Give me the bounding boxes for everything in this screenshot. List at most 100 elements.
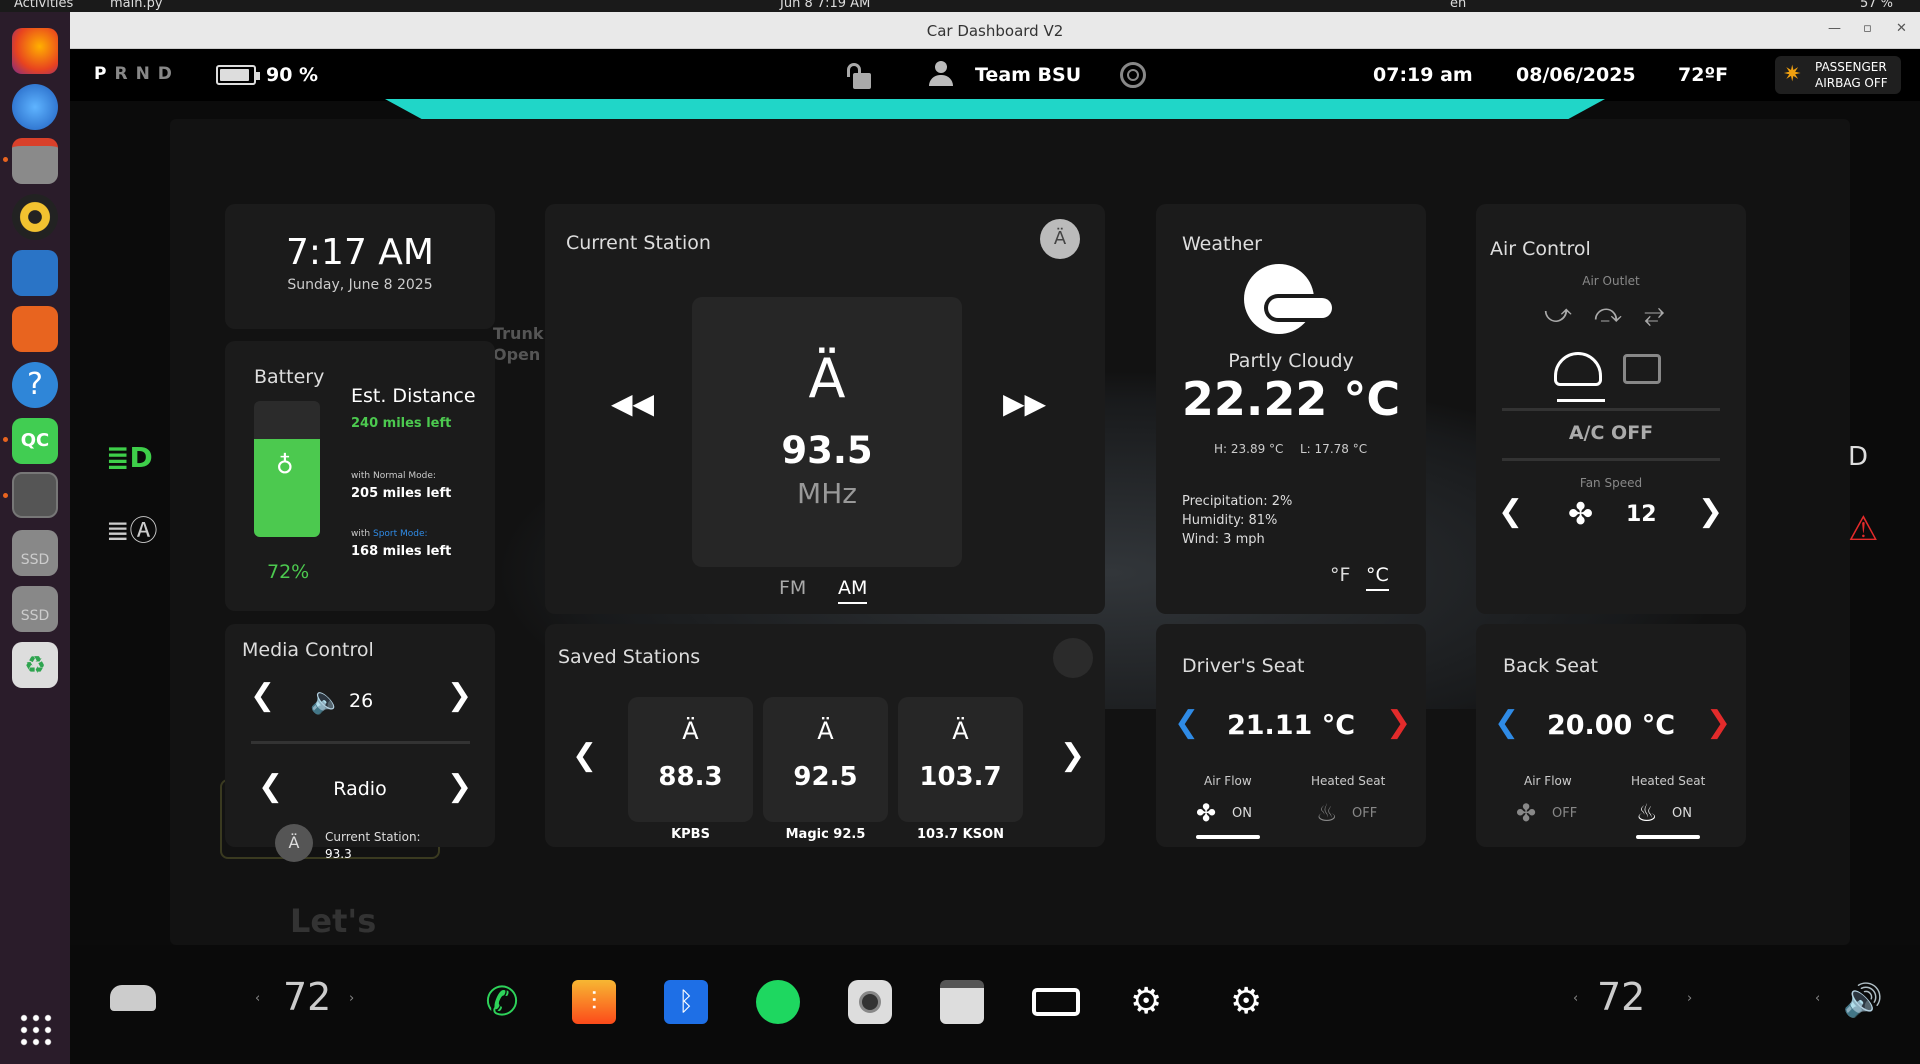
leaf-icon: ♁ [276, 451, 294, 479]
qt-creator-icon[interactable]: QC [12, 418, 58, 464]
volume-up-icon[interactable]: ❯ [447, 681, 472, 711]
saved-prev-icon[interactable]: ❮ [572, 741, 597, 771]
window-title: Car Dashboard V2 [926, 22, 1064, 40]
maximize-button[interactable]: ▫ [1863, 21, 1872, 36]
car-settings-icon[interactable]: ⚙ [1130, 980, 1174, 1024]
vehicle-settings-icon[interactable]: ⚙ [1230, 980, 1274, 1024]
unit-c-toggle[interactable]: °C [1366, 564, 1389, 591]
writer-icon[interactable] [12, 250, 58, 296]
saved-stations-options-icon[interactable] [1053, 638, 1093, 678]
camera-icon[interactable] [848, 980, 892, 1024]
left-temp-up-icon[interactable]: › [349, 991, 354, 1006]
volume-down-icon[interactable]: ❮ [250, 681, 275, 711]
volume-icon[interactable]: 🔊 [1843, 981, 1883, 1019]
app-center-icon[interactable] [12, 306, 58, 352]
phone-icon[interactable]: ✆ [480, 980, 524, 1024]
minimize-button[interactable]: — [1828, 21, 1841, 36]
right-temp-down-icon[interactable]: ‹ [1573, 991, 1578, 1006]
firefox-icon[interactable] [12, 28, 58, 74]
fan-icon: ✤ [1516, 799, 1537, 827]
gear-d[interactable]: D [158, 64, 180, 84]
ssd-drive-2-icon[interactable]: SSD [12, 586, 58, 632]
ac-status[interactable]: A/C OFF [1476, 422, 1746, 444]
driver-airflow-toggle[interactable]: ✤ ON [1196, 799, 1266, 839]
fan-speed-down-icon[interactable]: ❮ [1498, 497, 1523, 527]
antenna-icon: Ä [808, 347, 846, 410]
outlet-both-icon[interactable]: ⥂ [1644, 299, 1665, 330]
car-icon[interactable] [110, 985, 156, 1011]
gear-p[interactable]: P [94, 64, 114, 84]
gear-r[interactable]: R [114, 64, 135, 84]
right-temp-up-icon[interactable]: › [1687, 991, 1692, 1006]
outlet-feet-icon[interactable]: ⤼ [1594, 299, 1622, 330]
driver-heated-state: OFF [1352, 806, 1378, 821]
saved-station-1[interactable]: Ä 88.3 [628, 697, 753, 822]
rewind-icon[interactable]: ◀◀ [611, 387, 654, 420]
thunderbird-icon[interactable] [12, 84, 58, 130]
source-next-icon[interactable]: ❯ [447, 772, 472, 802]
auto-headlight-icon[interactable]: ≣Ⓐ [106, 509, 157, 549]
unit-f-toggle[interactable]: °F [1330, 564, 1350, 586]
heated-seat-icon: ♨ [1636, 799, 1658, 827]
ssd-drive-icon[interactable]: SSD [12, 530, 58, 576]
divider [1502, 458, 1720, 461]
settings-icon[interactable] [12, 472, 58, 518]
band-fm[interactable]: FM [779, 577, 806, 599]
battery-icon [216, 65, 260, 85]
spotify-icon[interactable] [756, 980, 800, 1024]
gear-n[interactable]: N [136, 64, 158, 84]
saved-station-2[interactable]: Ä 92.5 [763, 697, 888, 822]
driver-temp-up-icon[interactable]: ❯ [1386, 708, 1411, 738]
system-top-bar: Activities main.py Jun 8 7:19 AM en 57 % [0, 0, 1920, 12]
driver-heated-toggle[interactable]: ♨ OFF [1316, 799, 1396, 839]
rhythmbox-icon[interactable] [12, 194, 58, 240]
system-clock[interactable]: Jun 8 7:19 AM [780, 0, 870, 11]
station-scan-icon[interactable]: Ä [1040, 219, 1080, 259]
close-button[interactable]: ✕ [1896, 21, 1907, 36]
saved-station-3[interactable]: Ä 103.7 [898, 697, 1023, 822]
audio-app-icon[interactable]: ⫶ [572, 980, 616, 1024]
user-icon [928, 61, 954, 87]
dashcam-icon[interactable] [1032, 988, 1080, 1016]
seatbelt-warning-icon: ⚠ [1848, 509, 1879, 549]
media-title: Media Control [242, 639, 374, 661]
fan-speed-label: Fan Speed [1579, 476, 1643, 490]
saved-stations-card: Saved Stations ❮ Ä 88.3 KPBS Ä 92.5 Magi… [545, 624, 1105, 847]
fog-light-icon[interactable]: D [1848, 442, 1868, 472]
saved-station-freq: 88.3 [658, 762, 723, 792]
volume-down-bottom-icon[interactable]: ‹ [1815, 991, 1820, 1006]
front-defrost-icon[interactable] [1554, 352, 1605, 402]
back-temp-up-icon[interactable]: ❯ [1706, 708, 1731, 738]
video-icon[interactable] [940, 980, 984, 1024]
rear-defrost-icon[interactable] [1623, 354, 1661, 384]
activities-button[interactable]: Activities [14, 0, 73, 11]
saved-next-icon[interactable]: ❯ [1060, 741, 1085, 771]
battery-card: Battery ♁ 72% Est. Distance 240 miles le… [225, 341, 495, 611]
locale-indicator[interactable]: en [1450, 0, 1466, 11]
bluetooth-icon[interactable]: ᛒ [664, 980, 708, 1024]
app-dock: ? QC SSD SSD ♻ [0, 12, 70, 1064]
fan-speed-up-icon[interactable]: ❯ [1698, 497, 1723, 527]
unlock-icon[interactable] [847, 63, 871, 89]
back-airflow-toggle[interactable]: ✤ OFF [1516, 799, 1596, 839]
band-am[interactable]: AM [838, 577, 868, 604]
air-control-title: Air Control [1490, 238, 1591, 260]
headlight-icon[interactable]: ≣D [106, 441, 153, 474]
help-icon[interactable]: ? [12, 362, 58, 408]
forward-icon[interactable]: ▶▶ [1003, 387, 1046, 420]
app-menu[interactable]: main.py [110, 0, 163, 11]
target-icon[interactable] [1120, 62, 1146, 88]
user-name: Team BSU [975, 64, 1082, 86]
back-seat-card: Back Seat ❮ 20.00 °C ❯ Air Flow Heated S… [1476, 624, 1746, 847]
est-distance-title: Est. Distance [351, 385, 476, 407]
left-temp-down-icon[interactable]: ‹ [255, 991, 260, 1006]
files-icon[interactable] [12, 138, 58, 184]
trash-icon[interactable]: ♻ [12, 642, 58, 688]
show-apps-icon[interactable] [18, 1012, 52, 1046]
current-station-card: Current Station Ä ◀◀ Ä 93.5 MHz ▶▶ FM AM [545, 204, 1105, 614]
saved-station-name: Magic 92.5 [785, 827, 866, 842]
back-heated-toggle[interactable]: ♨ ON [1636, 799, 1716, 839]
outlet-face-icon[interactable]: ⤻ [1544, 299, 1572, 330]
status-date: 08/06/2025 [1516, 64, 1636, 86]
gear-selector[interactable]: PRND [94, 64, 180, 84]
